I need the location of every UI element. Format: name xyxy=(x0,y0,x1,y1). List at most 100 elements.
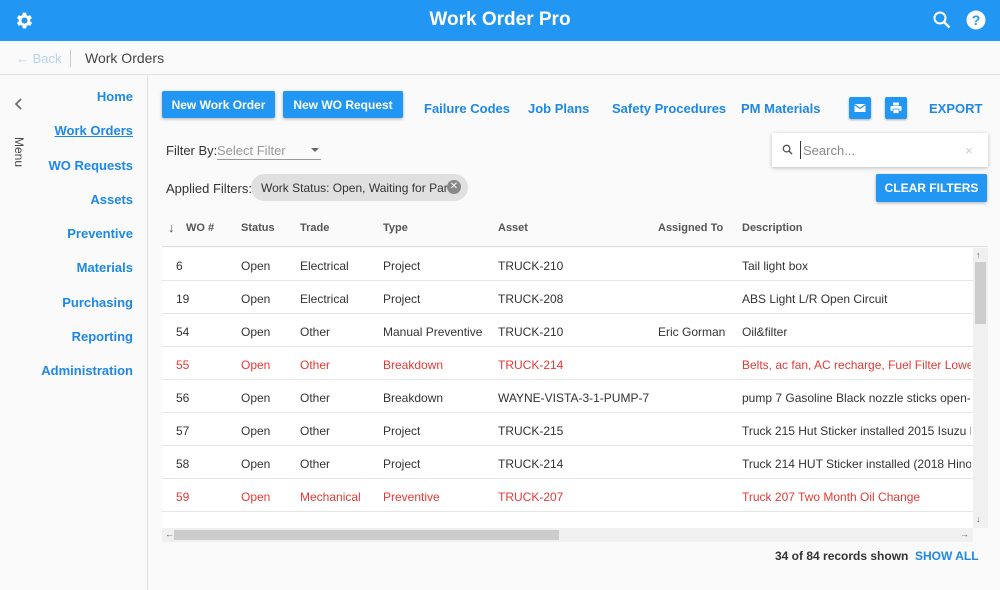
cell-description: Tail light box xyxy=(742,259,809,273)
cell-wo: 58 xyxy=(176,457,190,471)
cell-description: Truck 215 Hut Sticker installed 2015 Isu… xyxy=(742,424,971,438)
cell-wo: 6 xyxy=(176,259,183,273)
remove-filter-icon[interactable]: ✕ xyxy=(447,180,461,194)
cell-trade: Other xyxy=(300,424,331,438)
vertical-scrollbar-thumb[interactable] xyxy=(975,262,986,324)
column-header-description[interactable]: Description xyxy=(742,222,803,234)
cell-wo: 55 xyxy=(176,358,190,372)
cell-wo: 59 xyxy=(176,490,190,504)
job-plans-link[interactable]: Job Plans xyxy=(528,101,589,116)
divider xyxy=(70,50,71,67)
cell-asset: TRUCK-210 xyxy=(498,325,564,339)
cell-status: Open xyxy=(241,259,271,273)
menu-label[interactable]: Menu xyxy=(12,137,26,167)
filter-select[interactable]: Select Filter xyxy=(217,140,321,160)
scroll-down-icon[interactable]: ↓ xyxy=(976,514,981,524)
scroll-left-icon[interactable]: ← xyxy=(165,529,174,539)
mail-icon xyxy=(854,104,866,112)
sort-arrow-icon[interactable]: ↓ xyxy=(168,220,175,235)
cell-trade: Mechanical xyxy=(300,490,361,504)
cell-asset: TRUCK-208 xyxy=(498,292,564,306)
column-header-status[interactable]: Status xyxy=(241,222,275,234)
table-header: ↓ WO # Status Trade Type Asset Assigned … xyxy=(162,212,988,247)
cell-trade: Other xyxy=(300,358,331,372)
export-button[interactable]: EXPORT xyxy=(929,101,982,116)
column-header-assigned-to[interactable]: Assigned To xyxy=(658,222,723,234)
filter-by-label: Filter By: xyxy=(166,143,218,158)
column-header-type[interactable]: Type xyxy=(383,222,408,234)
cell-asset: TRUCK-207 xyxy=(498,490,564,504)
table-row[interactable]: 54 Open Other Manual Preventive TRUCK-210 Eri… xyxy=(162,314,973,347)
help-icon[interactable]: ? xyxy=(966,10,986,30)
chevron-left-icon[interactable] xyxy=(12,97,26,111)
cell-trade: Other xyxy=(300,391,331,405)
cell-description: Belts, ac fan, AC recharge, Fuel Filter … xyxy=(742,358,971,372)
safety-procedures-link[interactable]: Safety Procedures xyxy=(612,101,726,116)
table-row[interactable]: 19 Open Electrical Project TRUCK-208 ABS Ligh… xyxy=(162,281,973,314)
horizontal-scrollbar[interactable]: ← → xyxy=(162,528,973,542)
clear-search-icon[interactable]: × xyxy=(965,143,973,158)
cell-asset: TRUCK-214 xyxy=(498,358,564,372)
cell-asset: WAYNE-VISTA-3-1-PUMP-7 xyxy=(498,391,650,405)
email-button[interactable] xyxy=(849,97,871,119)
sidebar-item-work-orders[interactable]: Work Orders xyxy=(41,124,133,158)
cell-asset: TRUCK-214 xyxy=(498,457,564,471)
search-input[interactable] xyxy=(800,141,960,159)
search-icon[interactable] xyxy=(932,10,952,30)
applied-filters-label: Applied Filters: xyxy=(166,181,252,196)
cell-description: Truck 207 Two Month Oil Change xyxy=(742,490,921,504)
cell-asset: TRUCK-215 xyxy=(498,424,564,438)
sidebar-item-materials[interactable]: Materials xyxy=(41,261,133,295)
show-all-button[interactable]: SHOW ALL xyxy=(915,549,979,563)
table-row[interactable]: 57 Open Other Project TRUCK-215 Truck 215 Hut… xyxy=(162,413,973,446)
print-button[interactable] xyxy=(885,97,907,119)
table-row[interactable]: 59 Open Mechanical Preventive TRUCK-207 Truck… xyxy=(162,479,973,512)
cell-status: Open xyxy=(241,424,271,438)
scroll-right-icon[interactable]: → xyxy=(960,529,969,539)
cell-type: Project xyxy=(383,457,421,471)
cell-type: Breakdown xyxy=(383,391,444,405)
column-header-asset[interactable]: Asset xyxy=(498,222,528,234)
scroll-up-icon[interactable]: ↑ xyxy=(976,250,981,260)
cell-description: ABS Light L/R Open Circuit xyxy=(742,292,888,306)
column-header-wo[interactable]: WO # xyxy=(186,222,214,234)
table-row[interactable]: 55 Open Other Breakdown TRUCK-214 Belts, ac f… xyxy=(162,347,973,380)
pm-materials-link[interactable]: PM Materials xyxy=(741,101,820,116)
cell-trade: Electrical xyxy=(300,292,349,306)
failure-codes-link[interactable]: Failure Codes xyxy=(424,101,510,116)
sidebar-item-administration[interactable]: Administration xyxy=(41,364,133,398)
caret-down-icon xyxy=(311,148,319,152)
table-row[interactable]: 6 Open Electrical Project TRUCK-210 Tail ligh… xyxy=(162,248,973,281)
cell-assigned-to: Eric Gorman xyxy=(658,325,726,339)
cell-status: Open xyxy=(241,292,271,306)
printer-icon xyxy=(890,102,902,114)
sidebar-item-preventive[interactable]: Preventive xyxy=(41,227,133,261)
cell-type: Breakdown xyxy=(383,358,444,372)
new-work-order-button[interactable]: New Work Order xyxy=(162,91,275,118)
cell-trade: Electrical xyxy=(300,259,349,273)
cell-trade: Other xyxy=(300,457,331,471)
new-wo-request-button[interactable]: New WO Request xyxy=(283,91,403,118)
cell-type: Preventive xyxy=(383,490,440,504)
back-button[interactable]: ← Back xyxy=(16,51,62,66)
filter-chip: Work Status: Open, Waiting for Parts ✕ xyxy=(251,174,468,201)
table-row[interactable]: 56 Open Other Breakdown WAYNE-VISTA-3-1-PUMP… xyxy=(162,380,973,413)
sidebar-item-home[interactable]: Home xyxy=(41,89,133,124)
breadcrumb: Work Orders xyxy=(85,50,165,66)
app-title: Work Order Pro xyxy=(429,9,571,30)
sidebar-item-purchasing[interactable]: Purchasing xyxy=(41,295,133,330)
filter-chip-label: Work Status: Open, Waiting for Parts xyxy=(261,181,458,195)
column-header-trade[interactable]: Trade xyxy=(300,222,329,234)
sidebar-nav: Home Work Orders WO Requests Assets Prev… xyxy=(41,89,133,399)
sidebar-item-reporting[interactable]: Reporting xyxy=(41,330,133,364)
sidebar-item-wo-requests[interactable]: WO Requests xyxy=(41,158,133,193)
cell-description: Truck 214 HUT Sticker installed (2018 Hi… xyxy=(742,457,971,471)
table-row[interactable]: 58 Open Other Project TRUCK-214 Truck 214 HUT… xyxy=(162,446,973,479)
horizontal-scrollbar-thumb[interactable] xyxy=(174,530,559,540)
vertical-scrollbar[interactable]: ↑ ↓ xyxy=(973,248,988,528)
cell-status: Open xyxy=(241,457,271,471)
cell-description: pump 7 Gasoline Black nozzle sticks open… xyxy=(742,391,971,405)
clear-filters-button[interactable]: CLEAR FILTERS xyxy=(876,174,987,202)
sidebar-item-assets[interactable]: Assets xyxy=(41,192,133,227)
cell-wo: 56 xyxy=(176,391,190,405)
